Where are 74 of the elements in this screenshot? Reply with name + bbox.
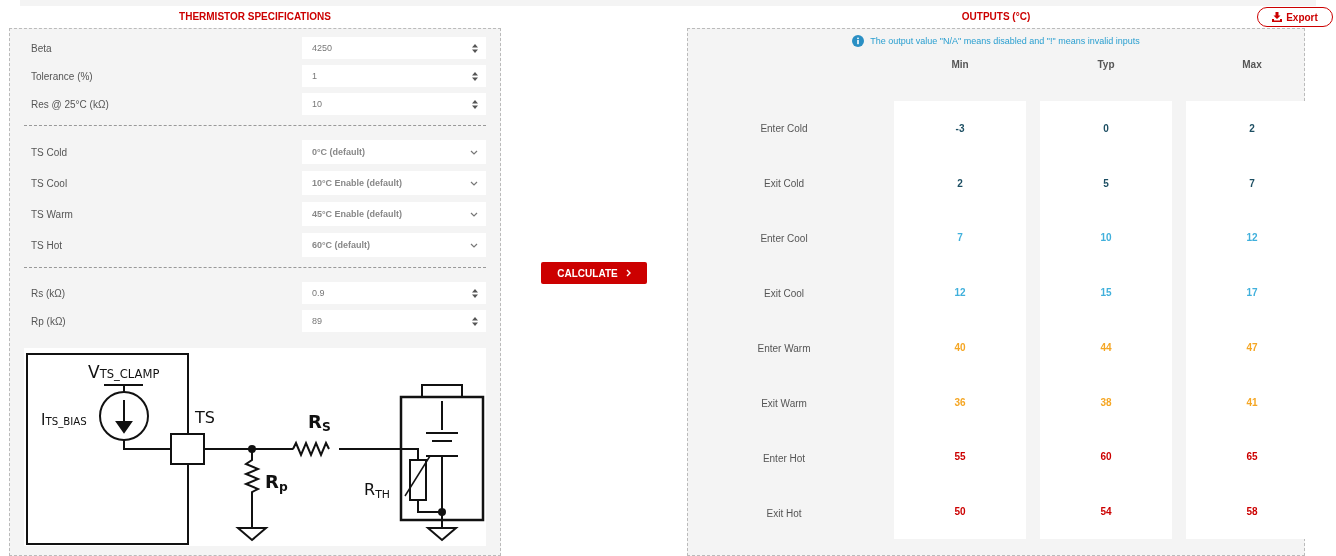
select-dropdown[interactable]: 10°C Enable (default) bbox=[302, 171, 486, 195]
output-value: 2 bbox=[1249, 122, 1255, 134]
diagram-label: R$_{TH}$ bbox=[364, 480, 390, 501]
export-button[interactable]: Export bbox=[1257, 7, 1333, 27]
column-header: Max bbox=[1241, 58, 1263, 72]
spinner-icon[interactable] bbox=[472, 288, 478, 298]
number-input[interactable]: 89 bbox=[302, 310, 486, 332]
chevron-down-icon[interactable] bbox=[470, 180, 478, 186]
output-value: 12 bbox=[1246, 232, 1258, 244]
diagram-label: TS bbox=[195, 408, 215, 427]
row-label: Exit Warm bbox=[761, 398, 807, 409]
select-dropdown[interactable]: 45°C Enable (default) bbox=[302, 202, 486, 226]
output-value: 36 bbox=[954, 396, 966, 408]
info-icon bbox=[852, 35, 865, 47]
diagram-label: R$_{S}$ bbox=[308, 411, 331, 434]
row-label: Exit Cold bbox=[764, 178, 804, 189]
output-value: -3 bbox=[955, 122, 965, 134]
output-value: 47 bbox=[1246, 341, 1258, 353]
output-value: 50 bbox=[954, 506, 966, 518]
output-value: 7 bbox=[957, 232, 963, 244]
output-value: 58 bbox=[1246, 506, 1258, 518]
output-value: 0 bbox=[1103, 122, 1109, 134]
select-dropdown[interactable]: 60°C (default) bbox=[302, 233, 486, 257]
number-input[interactable]: 1 bbox=[302, 65, 486, 87]
output-value: 44 bbox=[1100, 341, 1112, 353]
spinner-icon[interactable] bbox=[472, 99, 478, 109]
info-note: The output value "N/A" means disabled and "!" means invalid inputs bbox=[870, 36, 1140, 46]
output-value: 15 bbox=[1100, 287, 1112, 299]
chevron-down-icon[interactable] bbox=[470, 149, 478, 155]
row-label: Exit Hot bbox=[766, 508, 802, 519]
spinner-icon[interactable] bbox=[472, 43, 478, 53]
download-icon bbox=[1272, 12, 1283, 22]
chevron-down-icon[interactable] bbox=[470, 211, 478, 217]
field-label: Tolerance (%) bbox=[31, 70, 93, 82]
output-value: 2 bbox=[957, 177, 963, 189]
section-title: THERMISTOR SPECIFICATIONS bbox=[178, 10, 332, 24]
row-label: Enter Cold bbox=[760, 123, 808, 134]
output-value: 38 bbox=[1100, 396, 1112, 408]
spinner-icon[interactable] bbox=[472, 316, 478, 326]
field-label: TS Cold bbox=[31, 146, 68, 158]
number-input[interactable]: 0.9 bbox=[302, 282, 486, 304]
row-label: Enter Cool bbox=[760, 233, 808, 244]
number-input[interactable]: 10 bbox=[302, 93, 486, 115]
output-value: 17 bbox=[1246, 287, 1258, 299]
row-label: Enter Hot bbox=[762, 453, 806, 464]
output-value: 55 bbox=[954, 451, 966, 463]
row-label: Enter Warm bbox=[757, 343, 811, 354]
chevron-right-icon bbox=[625, 269, 631, 277]
field-label: TS Warm bbox=[31, 208, 73, 220]
field-label: Beta bbox=[31, 42, 52, 54]
output-value: 41 bbox=[1246, 396, 1258, 408]
field-label: Rs (kΩ) bbox=[31, 287, 66, 299]
output-value: 7 bbox=[1249, 177, 1255, 189]
spinner-icon[interactable] bbox=[472, 71, 478, 81]
select-dropdown[interactable]: 0°C (default) bbox=[302, 140, 486, 164]
column-header: Typ bbox=[1096, 58, 1116, 72]
calculate-button[interactable]: CALCULATE bbox=[541, 262, 647, 284]
number-input[interactable]: 4250 bbox=[302, 37, 486, 59]
field-label: TS Hot bbox=[31, 239, 63, 251]
output-value: 54 bbox=[1100, 506, 1112, 518]
output-value: 40 bbox=[954, 341, 966, 353]
field-label: Res @ 25°C (kΩ) bbox=[31, 98, 109, 110]
row-label: Exit Cool bbox=[764, 288, 804, 299]
section-title: OUTPUTS (°C) bbox=[961, 10, 1031, 24]
diagram-label: R$_{p}$ bbox=[265, 471, 288, 494]
output-value: 65 bbox=[1246, 451, 1258, 463]
chevron-down-icon[interactable] bbox=[470, 242, 478, 248]
output-value: 60 bbox=[1100, 451, 1112, 463]
output-value: 10 bbox=[1100, 232, 1112, 244]
output-value: 5 bbox=[1103, 177, 1109, 189]
column-header: Min bbox=[950, 58, 970, 72]
field-label: TS Cool bbox=[31, 177, 68, 189]
output-value: 12 bbox=[954, 287, 966, 299]
field-label: Rp (kΩ) bbox=[31, 315, 66, 327]
